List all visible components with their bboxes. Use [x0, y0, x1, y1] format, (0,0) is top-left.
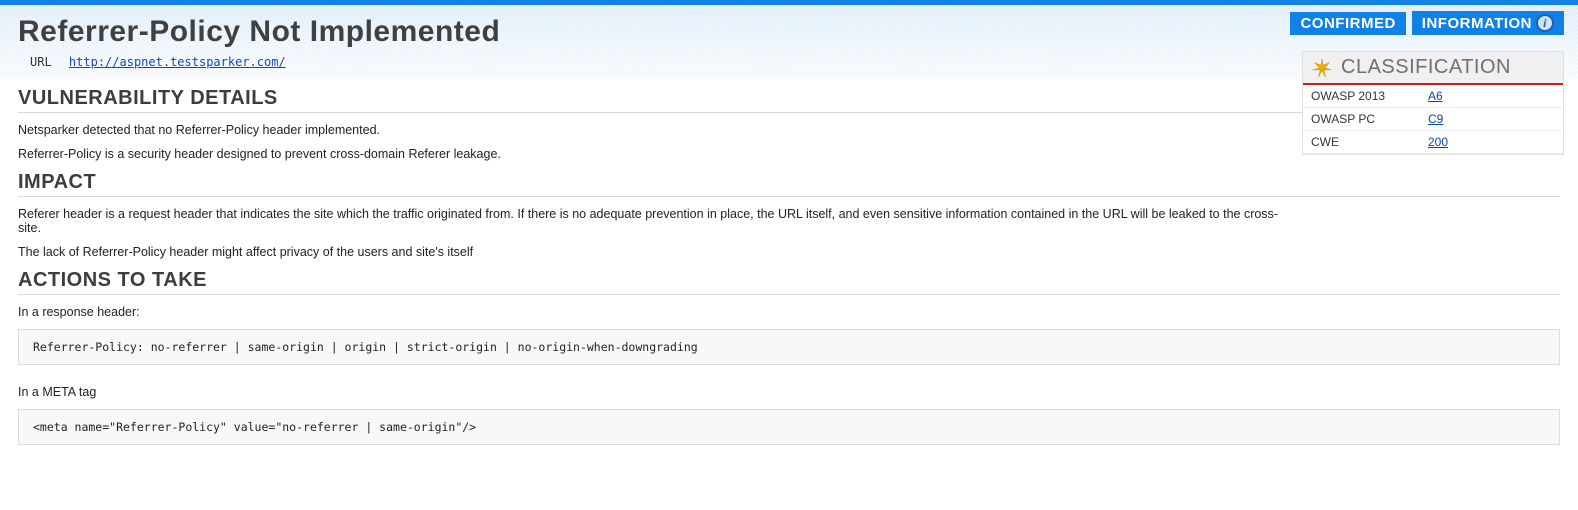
- asterisk-icon: [1311, 57, 1333, 79]
- confirmed-badge: CONFIRMED: [1290, 12, 1405, 35]
- url-label: URL: [30, 55, 52, 69]
- information-badge-label: INFORMATION: [1422, 15, 1532, 32]
- classification-header: CLASSIFICATION: [1303, 52, 1563, 85]
- table-row: OWASP 2013 A6: [1303, 85, 1563, 108]
- vuln-p2: Referrer-Policy is a security header des…: [18, 147, 1278, 161]
- classification-link[interactable]: 200: [1428, 135, 1448, 149]
- header-zone: Referrer-Policy Not Implemented URL http…: [0, 5, 1578, 79]
- table-row: CWE 200: [1303, 131, 1563, 154]
- code-block-meta: <meta name="Referrer-Policy" value="no-r…: [18, 409, 1560, 445]
- url-link[interactable]: http://aspnet.testsparker.com/: [69, 55, 286, 69]
- table-row: OWASP PC C9: [1303, 108, 1563, 131]
- classification-key: OWASP PC: [1303, 108, 1420, 131]
- classification-panel: CLASSIFICATION OWASP 2013 A6 OWASP PC C9…: [1302, 51, 1564, 155]
- classification-key: CWE: [1303, 131, 1420, 154]
- impact-p1: Referer header is a request header that …: [18, 207, 1278, 235]
- actions-lead2: In a META tag: [18, 385, 1278, 399]
- classification-table: OWASP 2013 A6 OWASP PC C9 CWE 200: [1303, 85, 1563, 154]
- impact-p2: The lack of Referrer-Policy header might…: [18, 245, 1278, 259]
- classification-link[interactable]: A6: [1428, 89, 1443, 103]
- section-heading-impact: IMPACT: [18, 171, 1560, 197]
- section-heading-actions: ACTIONS TO TAKE: [18, 269, 1560, 295]
- actions-lead1: In a response header:: [18, 305, 1278, 319]
- classification-title: CLASSIFICATION: [1341, 56, 1511, 79]
- code-block-header: Referrer-Policy: no-referrer | same-orig…: [18, 329, 1560, 365]
- info-icon: i: [1536, 14, 1554, 32]
- information-badge: INFORMATION i: [1412, 11, 1564, 35]
- classification-key: OWASP 2013: [1303, 85, 1420, 108]
- badges: CONFIRMED INFORMATION i: [1290, 11, 1564, 35]
- vuln-p1: Netsparker detected that no Referrer-Pol…: [18, 123, 1278, 137]
- classification-link[interactable]: C9: [1428, 112, 1443, 126]
